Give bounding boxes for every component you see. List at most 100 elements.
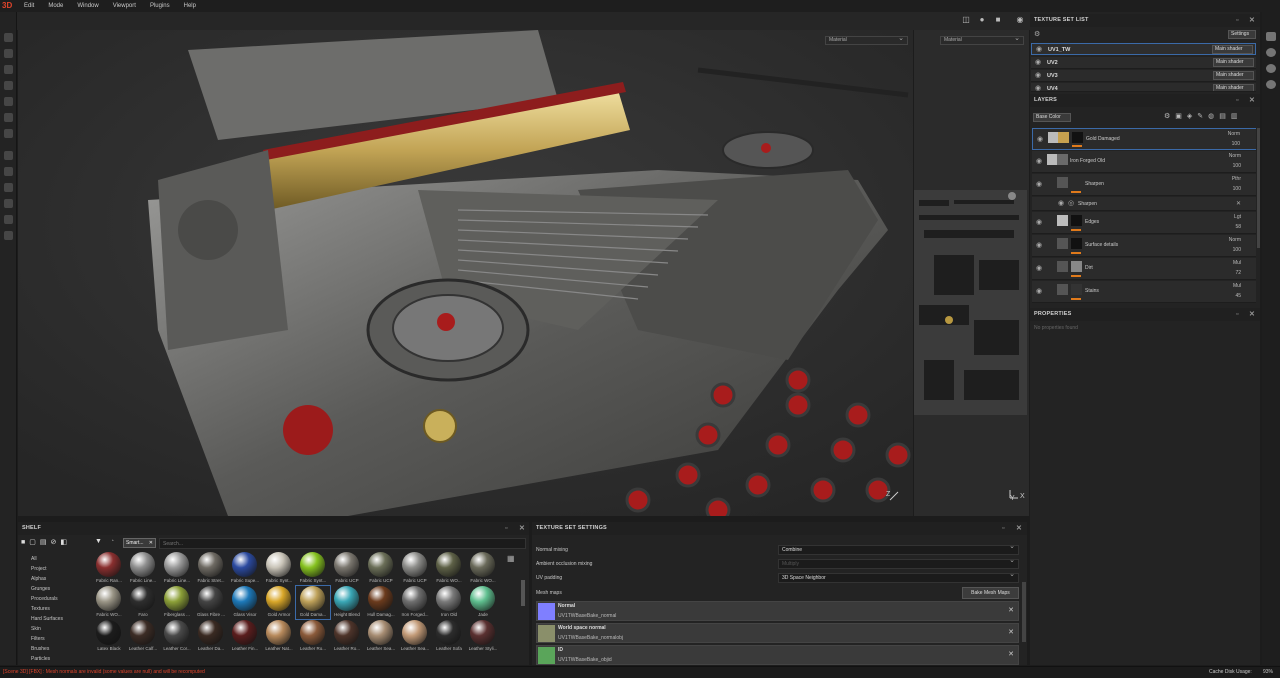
add-layer-icon[interactable]: ◍ [1208,113,1219,120]
menu-viewport[interactable]: Viewport [106,0,143,12]
layer-opacity[interactable]: 100 [1233,162,1241,170]
environment-icon[interactable]: ● [977,15,987,25]
material-item[interactable]: Gold Armor [262,586,296,619]
menu-window[interactable]: Window [70,0,105,12]
material-item[interactable]: Latex Black [92,620,126,653]
layer-opacity[interactable]: 100 [1232,140,1240,148]
camera-icon[interactable]: ■ [993,15,1003,25]
uv-material-select[interactable]: Material [940,35,1024,45]
display-settings-icon[interactable] [1266,48,1276,57]
eye-icon[interactable]: ◉ [1036,219,1043,226]
material-item[interactable]: Fabric Line... [126,552,160,585]
material-item[interactable]: Fabric Synt... [262,552,296,585]
material-item[interactable]: Fabric Line... [160,552,194,585]
panel-close-icon[interactable]: ✕ [519,522,525,535]
layer-opacity[interactable]: 72 [1235,269,1241,277]
material-item[interactable]: Faro [126,586,160,619]
texture-set-row[interactable]: ◉ UV3 Main shader [1031,70,1256,82]
mesh-map-row[interactable]: World space normal UV1TWBaseBake_normalo… [536,623,1019,643]
material-item[interactable]: Leather Nat... [262,620,296,653]
shader-select[interactable]: Main shader [1213,58,1254,67]
texture-set-row[interactable]: ◉ UV1_TW Main shader [1031,43,1256,55]
paint-brush-icon[interactable] [4,33,13,42]
material-item[interactable]: Height Blend [330,586,364,619]
bake-icon[interactable] [4,151,13,160]
category-all[interactable]: All [31,556,37,562]
layer-row[interactable]: ◉ Edges Lgt 58 [1032,212,1256,234]
menu-mode[interactable]: Mode [41,0,70,12]
category-grunges[interactable]: Grunges [31,586,50,592]
material-item[interactable]: Hull Damag... [364,586,398,619]
material-item[interactable]: Leather Ro... [330,620,364,653]
material-item[interactable]: Iron Forged... [398,586,432,619]
eye-icon[interactable]: ◉ [1036,181,1043,188]
view-mode-icon[interactable]: ◫ [961,15,971,25]
normal-mixing-select[interactable]: Combine [778,543,1019,555]
remove-map-icon[interactable]: ✕ [1008,628,1014,636]
viewport-3d[interactable]: Z Material [18,30,913,516]
category-skin[interactable]: Skin [31,626,41,632]
material-item[interactable]: Iron Old [432,586,466,619]
shelf-scrollbar[interactable] [521,580,525,606]
layer-blend-mode[interactable]: Mul [1233,282,1241,290]
category-procedurals[interactable]: Procedurals [31,596,58,602]
viewport-2d[interactable]: Material Y X [914,30,1029,516]
shelf-search-input[interactable] [159,538,526,549]
channel-select[interactable]: Base Color [1033,113,1071,122]
remove-map-icon[interactable]: ✕ [1008,650,1014,658]
panel-float-icon[interactable]: ▫ [1002,522,1005,535]
history-icon[interactable] [1266,80,1276,89]
uv-padding-select[interactable]: 3D Space Neighbor [778,571,1019,583]
filter-icon[interactable]: ▼ [95,538,102,545]
eye-icon[interactable]: ◉ [1036,158,1043,165]
layer-row[interactable]: ◉ Iron Forged Old Norm 100 [1032,151,1256,173]
category-brushes[interactable]: Brushes [31,646,49,652]
category-textures[interactable]: Textures [31,606,50,612]
eye-icon[interactable]: ◉ [1036,265,1043,272]
mesh-map-row[interactable]: ID UV1TWBaseBake_objid ✕ [536,645,1019,665]
folder-icon[interactable]: ■ [21,539,29,546]
layer-blend-mode[interactable]: Norm [1229,236,1241,244]
picker-icon[interactable] [4,129,13,138]
material-item[interactable]: Fabric UCP [364,552,398,585]
material-item[interactable]: Leather Ro... [296,620,330,653]
material-item[interactable]: Gold Dama... [295,585,331,620]
bake-mesh-maps-button[interactable]: Bake Mesh Maps [962,587,1019,599]
layer-opacity[interactable]: 45 [1235,292,1241,300]
panel-close-icon[interactable]: ✕ [1249,14,1255,27]
shader-select[interactable]: Main shader [1213,71,1254,80]
eraser-icon[interactable] [4,49,13,58]
eye-icon[interactable]: ◉ [1035,85,1042,91]
texture-set-link-icon[interactable]: ⚙ [1034,30,1042,38]
layer-row[interactable]: ◉ Dirt Mul 72 [1032,258,1256,280]
menu-help[interactable]: Help [177,0,203,12]
texture-set-row[interactable]: ◉ UV4 Main shader [1031,83,1256,92]
display-icon[interactable] [4,199,13,208]
material-item[interactable]: Glass Fibre ... [194,586,228,619]
geometry-decal-icon[interactable] [4,167,13,176]
eye-icon[interactable]: ◉ [1036,46,1043,53]
clone-icon[interactable] [4,113,13,122]
panel-close-icon[interactable]: ✕ [1249,94,1255,107]
material-item[interactable]: Glass Visor [228,586,262,619]
material-item[interactable]: Leather Sofa [432,620,466,653]
material-item[interactable]: Leather Da... [194,620,228,653]
category-alphas[interactable]: Alphas [31,576,46,582]
export-icon[interactable]: ◧ [60,539,71,546]
export-icon[interactable] [4,215,13,224]
layer-row[interactable]: ◉ Gold Damaged Norm 100 [1032,128,1256,150]
material-item[interactable]: Leather Styli... [466,620,500,653]
layer-blend-mode[interactable]: Pthr [1232,175,1241,183]
viewport-material-select[interactable]: Material [825,35,908,45]
layer-row[interactable]: ◉ Stains Mul 45 [1032,281,1256,303]
category-project[interactable]: Project [31,566,47,572]
material-item[interactable]: Fiberglass ... [160,586,194,619]
layer-row[interactable]: ◉ Sharpen Pthr 100 [1032,174,1256,196]
shader-select[interactable]: Main shader [1212,45,1253,54]
screenshot-icon[interactable]: ◉ [1015,15,1025,25]
new-folder-icon[interactable]: ▤ [40,539,51,546]
texture-set-row[interactable]: ◉ UV2 Main shader [1031,57,1256,69]
tss-scrollbar[interactable] [1022,582,1026,642]
material-item[interactable]: Leather Fin... [228,620,262,653]
panel-float-icon[interactable]: ▫ [1236,308,1239,321]
